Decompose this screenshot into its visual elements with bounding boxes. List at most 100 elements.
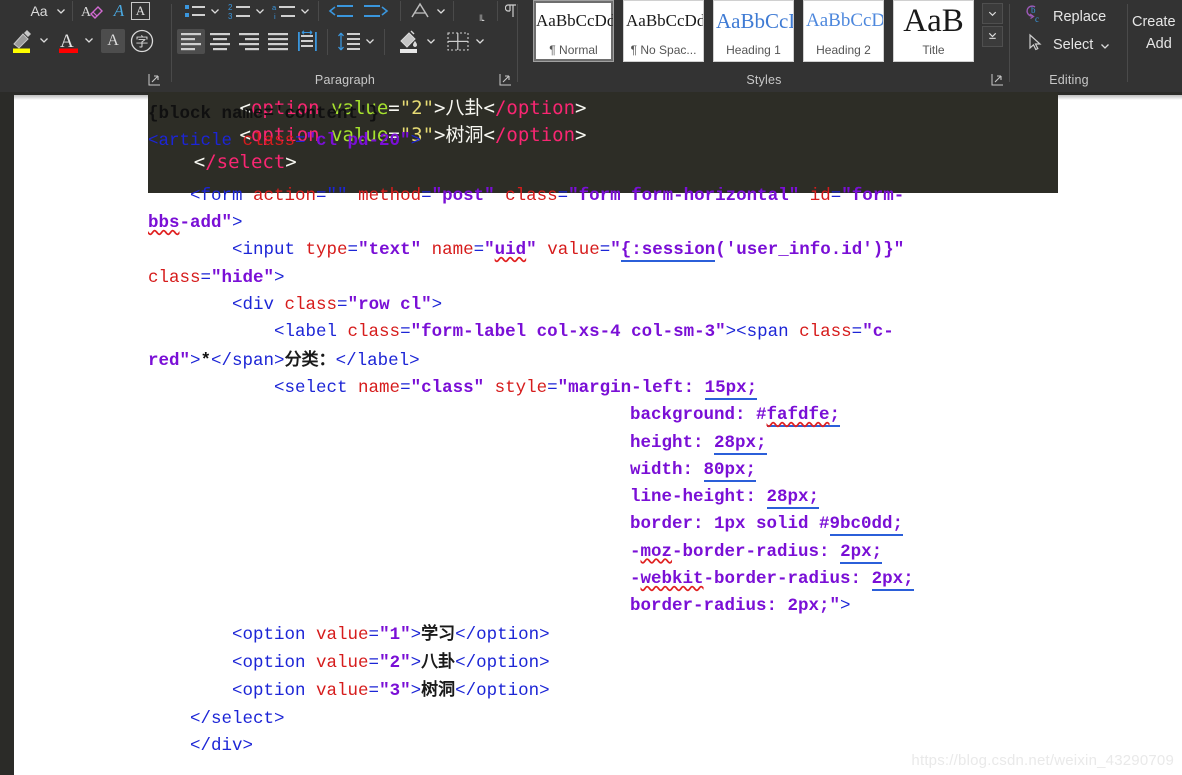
document-token: {:session [620, 240, 716, 263]
svg-text:A: A [81, 5, 92, 20]
text-effects-icon[interactable]: A [110, 1, 128, 21]
text-highlight-caret-icon[interactable] [38, 34, 50, 46]
font-color-icon[interactable]: A [56, 28, 84, 54]
document-token: " [526, 240, 537, 261]
select-caret-icon[interactable] [1099, 40, 1111, 52]
style-name: ¶ No Spac... [630, 43, 697, 57]
styles-scroll-down-icon[interactable] [982, 26, 1003, 47]
decrease-indent-icon[interactable] [327, 1, 355, 21]
document-token: <label [148, 322, 348, 343]
document-token: "form-label col-xs-4 col-sm-3" [410, 322, 726, 343]
align-center-icon[interactable] [206, 29, 234, 54]
font-dialog-launcher[interactable] [148, 73, 161, 86]
document-line: <label class="form-label col-xs-4 col-sm… [0, 319, 1182, 346]
document-token: 八卦 [421, 651, 456, 672]
select-button[interactable]: Select [1024, 32, 1111, 57]
document-token: 树洞 [421, 680, 456, 701]
text-effects-gallery-icon[interactable]: A [101, 29, 125, 53]
multilevel-list-icon[interactable]: a i [272, 1, 298, 21]
document-token: "text" [358, 240, 422, 261]
distributed-icon[interactable] [293, 29, 321, 54]
document-token: - [630, 569, 641, 590]
document-token [537, 240, 548, 260]
bullets-icon[interactable] [182, 1, 208, 21]
document-token: "2" [379, 652, 411, 673]
document-token: <option [148, 681, 317, 702]
document-token: id [809, 185, 831, 206]
document-token: > [232, 213, 243, 234]
line-spacing-caret-icon[interactable] [364, 35, 376, 47]
styles-scroll-up-icon[interactable] [982, 3, 1003, 24]
document-token: "margin-left: [557, 377, 705, 398]
document-token: class [284, 295, 338, 316]
style-tile-normal[interactable]: AaBbCcDd ¶ Normal [533, 0, 614, 62]
paragraph-dialog-launcher[interactable] [499, 73, 512, 86]
enclose-characters-icon[interactable]: 字 [129, 29, 155, 53]
addins-line-2[interactable]: Add [1146, 36, 1182, 52]
sort-caret-icon[interactable] [435, 5, 447, 17]
document-token: > [410, 624, 422, 645]
style-preview: AaBbCcD [716, 8, 793, 33]
replace-button[interactable]: b c Replace [1024, 4, 1106, 29]
document-token: "class" [410, 377, 485, 398]
text-highlight-color-icon[interactable] [8, 28, 38, 54]
shading-icon[interactable] [394, 28, 424, 54]
style-tile-heading-2[interactable]: AaBbCcD Heading 2 [803, 0, 884, 62]
borders-caret-icon[interactable] [474, 35, 486, 47]
shading-caret-icon[interactable] [425, 35, 437, 47]
document-token: "form- [841, 185, 905, 206]
style-tile-title[interactable]: AaB Title [893, 0, 974, 62]
document-token: ><span [725, 322, 800, 343]
sort-icon[interactable] [408, 1, 434, 21]
document-token: * [200, 350, 212, 371]
styles-dialog-launcher[interactable] [991, 73, 1004, 86]
bullets-caret-icon[interactable] [209, 5, 221, 17]
change-case-icon[interactable]: Aa [24, 1, 54, 21]
clear-formatting-icon[interactable]: A [80, 1, 104, 21]
character-shading-icon[interactable]: A [131, 2, 150, 20]
ribbon-group-paragraph: 2 3 a i ¶ Paragraph [172, 0, 518, 92]
document-token: </option> [455, 681, 550, 702]
document-token: = [347, 240, 359, 261]
document-token: </select> [148, 708, 285, 729]
style-preview: AaBbCcDd [626, 11, 703, 30]
document-line: <article class="cl pd-20"> [0, 128, 1182, 155]
svg-text:a: a [272, 3, 277, 12]
document-token: <article [148, 131, 243, 152]
document-token: = [368, 652, 380, 673]
document-token: > [410, 652, 422, 673]
addins-line-1[interactable]: Create [1132, 14, 1182, 30]
document-line: </select> [0, 706, 1182, 733]
style-tile-no-spacing[interactable]: AaBbCcDd ¶ No Spac... [623, 0, 704, 62]
align-right-icon[interactable] [235, 29, 263, 54]
style-tile-heading-1[interactable]: AaBbCcD Heading 1 [713, 0, 794, 62]
document-line: <form action="" method="post" class="for… [0, 183, 1182, 210]
document-token: value [316, 681, 369, 702]
multilevel-caret-icon[interactable] [299, 5, 311, 17]
increase-indent-icon[interactable] [362, 1, 390, 21]
document-token: > [190, 350, 201, 371]
document-token: class [148, 267, 201, 288]
document-token: = [547, 377, 558, 398]
document-token: = [599, 240, 611, 261]
document-token: <select [148, 377, 359, 398]
svg-text:2: 2 [228, 3, 233, 12]
change-case-caret-icon[interactable] [55, 5, 67, 17]
document-token: border: 1px solid # [630, 514, 830, 535]
document-line: -webkit-border-radius: 2px; [0, 566, 1182, 593]
align-left-icon[interactable] [177, 29, 205, 54]
document-token: fafdfe [766, 405, 830, 428]
document-token: 分类： [284, 349, 336, 370]
line-spacing-icon[interactable] [335, 29, 363, 54]
show-formatting-marks-icon[interactable]: ¶ [462, 1, 488, 21]
document-text-body[interactable]: {block name='content'} <article class="cl… [0, 101, 1182, 760]
document-token: = [295, 131, 306, 152]
document-token: webkit [640, 569, 704, 590]
borders-icon[interactable] [444, 29, 472, 54]
numbering-icon[interactable]: 2 3 [227, 1, 253, 21]
numbering-caret-icon[interactable] [254, 5, 266, 17]
document-token: = [830, 185, 842, 206]
justify-icon[interactable] [264, 29, 292, 54]
font-color-caret-icon[interactable] [83, 34, 95, 46]
document-token: "post" [431, 185, 495, 206]
